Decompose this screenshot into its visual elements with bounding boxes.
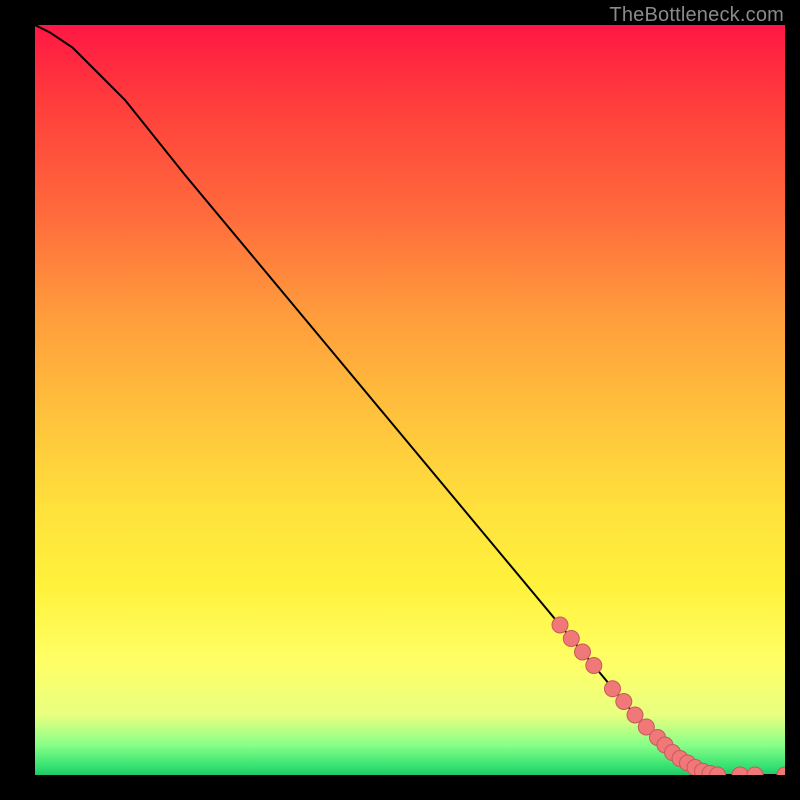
watermark-text: TheBottleneck.com [609, 4, 784, 27]
data-marker [552, 617, 568, 633]
chart-svg [35, 25, 785, 775]
data-marker [563, 631, 579, 647]
data-marker [586, 658, 602, 674]
data-marker [732, 767, 748, 775]
data-marker [616, 694, 632, 710]
marker-group [552, 617, 785, 775]
plot-area [35, 25, 785, 775]
chart-frame: TheBottleneck.com [0, 0, 800, 800]
bottleneck-curve [35, 25, 785, 775]
data-marker [575, 644, 591, 660]
data-marker [605, 681, 621, 697]
data-marker [747, 767, 763, 775]
data-marker [777, 767, 785, 775]
data-marker [627, 707, 643, 723]
